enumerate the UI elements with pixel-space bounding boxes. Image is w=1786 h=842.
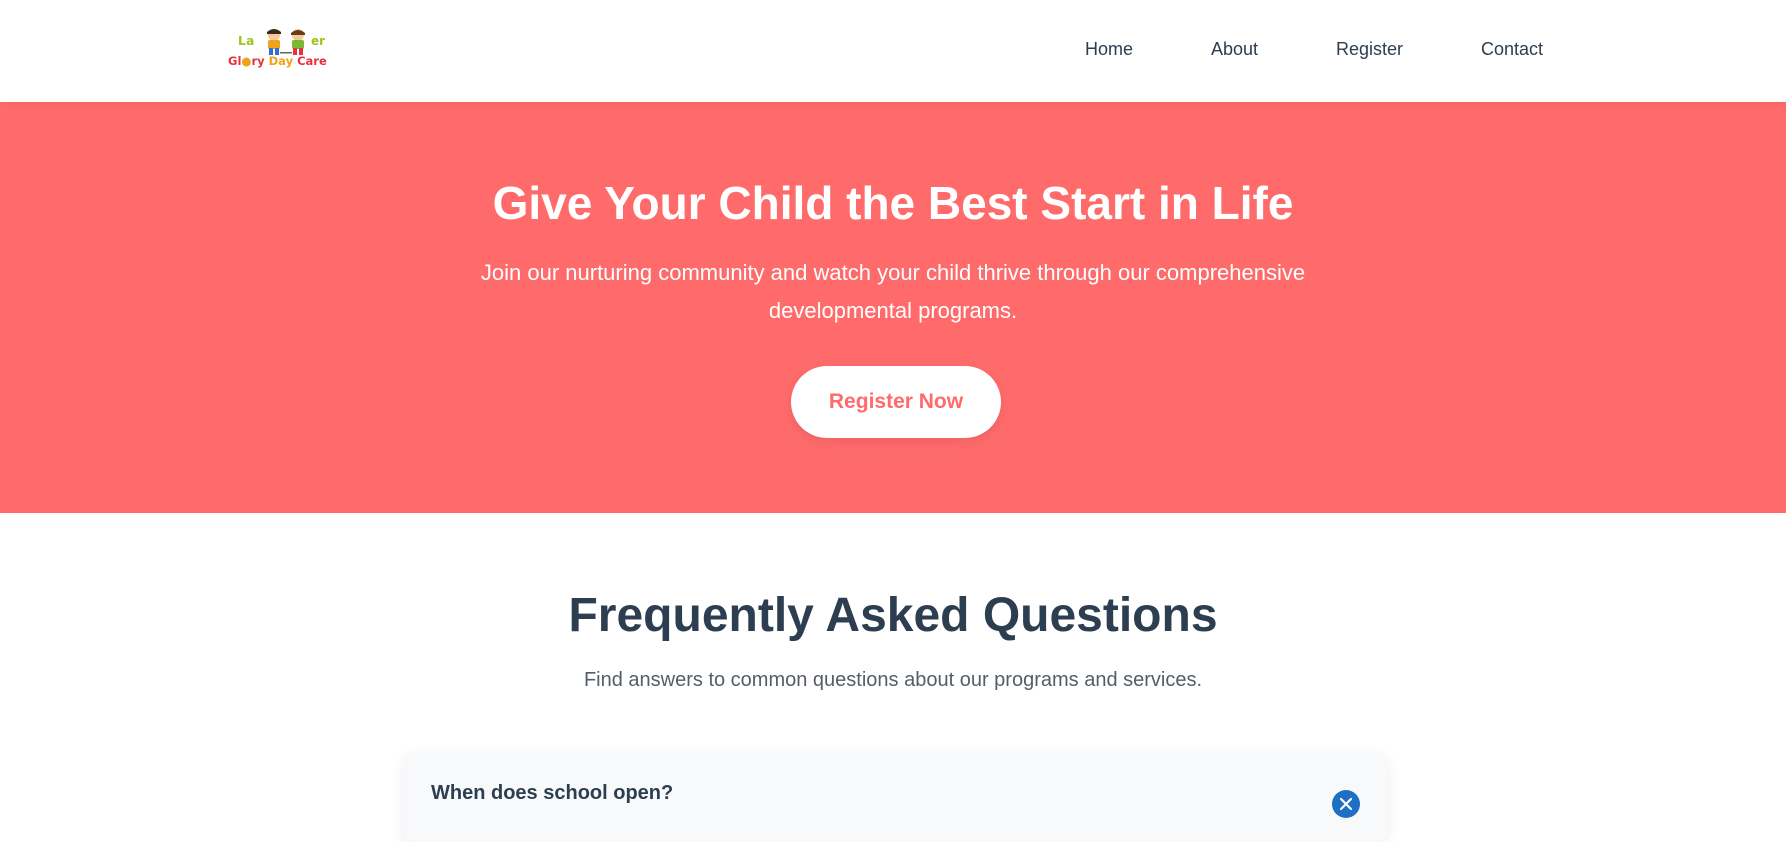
- logo[interactable]: La er Gl●ry Day Care: [228, 24, 344, 74]
- logo-text-right: er: [311, 34, 326, 48]
- site-header: La er Gl●ry Day Care Home About Register…: [0, 0, 1786, 102]
- logo-glory-end: ry: [251, 54, 265, 68]
- nav-about[interactable]: About: [1211, 39, 1258, 60]
- kids-illustration-icon: [267, 29, 305, 55]
- nav-register[interactable]: Register: [1336, 39, 1403, 60]
- faq-item[interactable]: When does school open?: [403, 752, 1388, 842]
- logo-care: Care: [297, 54, 327, 68]
- hero-section: Give Your Child the Best Start in Life J…: [0, 102, 1786, 513]
- logo-glory-start: Gl: [228, 54, 242, 68]
- nav-home[interactable]: Home: [1085, 39, 1133, 60]
- hero-title: Give Your Child the Best Start in Life: [492, 177, 1294, 229]
- logo-day: Day: [268, 54, 294, 68]
- nav-contact[interactable]: Contact: [1481, 39, 1543, 60]
- logo-top-line: La er: [228, 28, 344, 55]
- logo-o-dot-icon: ●: [241, 54, 252, 68]
- faq-title: Frequently Asked Questions: [568, 589, 1218, 642]
- logo-tagline: Gl●ry Day Care: [228, 54, 344, 68]
- faq-question[interactable]: When does school open?: [431, 782, 673, 805]
- hero-subtitle: Join our nurturing community and watch y…: [480, 260, 1306, 323]
- close-icon[interactable]: [1332, 790, 1360, 818]
- register-now-button[interactable]: Register Now: [791, 366, 1001, 438]
- faq-subtitle: Find answers to common questions about o…: [583, 669, 1203, 691]
- logo-text-left: La: [238, 34, 255, 48]
